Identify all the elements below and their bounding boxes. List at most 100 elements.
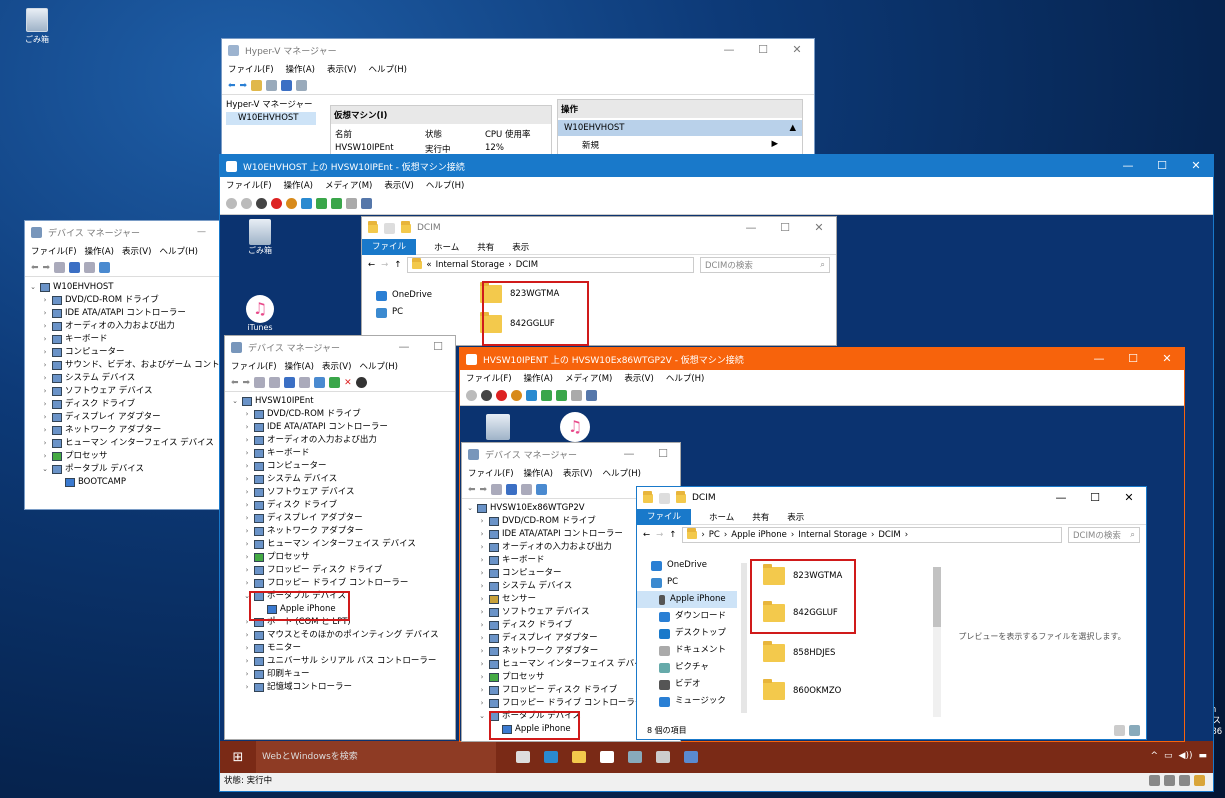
col-state[interactable]: 状態	[425, 128, 485, 140]
menu-view[interactable]: 表示(V)	[384, 179, 413, 191]
action-new[interactable]: 新規 ▶	[558, 136, 802, 154]
tree-item[interactable]: › ヒューマン インターフェイス デバイス	[231, 538, 455, 551]
tree-item[interactable]: › コンピューター	[231, 460, 455, 473]
properties-icon[interactable]	[84, 262, 96, 273]
menu-help[interactable]: ヘルプ(H)	[368, 63, 407, 75]
nav-music[interactable]: ミュージック	[637, 693, 737, 710]
menu-view[interactable]: 表示(V)	[563, 467, 592, 479]
update-driver-icon[interactable]	[329, 377, 341, 388]
uninstall-icon[interactable]: ✕	[344, 378, 352, 388]
menu-view[interactable]: 表示(V)	[322, 360, 351, 372]
maximize-button[interactable]: ☐	[746, 39, 780, 61]
maximize-button[interactable]: ☐	[421, 336, 455, 358]
menu-media[interactable]: メディア(M)	[325, 179, 372, 191]
tree-item[interactable]: › DVD/CD-ROM ドライブ	[231, 408, 455, 421]
monitor-icon[interactable]	[314, 377, 326, 388]
ctrl-alt-del-icon[interactable]	[226, 198, 237, 209]
menu-help[interactable]: ヘルプ(H)	[426, 179, 465, 191]
itunes-icon[interactable]: ♫	[560, 412, 590, 442]
console-icon[interactable]	[254, 377, 266, 388]
pause-icon[interactable]	[301, 198, 312, 209]
tree-item[interactable]: › オーディオの入力および出力	[231, 434, 455, 447]
nav-apple-iphone[interactable]: Apple iPhone	[637, 591, 737, 608]
minimize-button[interactable]: —	[612, 443, 646, 465]
scan-icon[interactable]	[299, 377, 311, 388]
tree-item[interactable]: › システム デバイス	[231, 473, 455, 486]
taskbar-search[interactable]: WebとWindowsを検索	[256, 741, 496, 773]
nav-pictures[interactable]: ピクチャ	[637, 659, 737, 676]
tree-item[interactable]: › ネットワーク アダプター	[231, 525, 455, 538]
menu-file[interactable]: ファイル(F)	[231, 360, 277, 372]
menu-file[interactable]: ファイル(F)	[226, 179, 272, 191]
revert-icon[interactable]	[346, 198, 357, 209]
pause-icon[interactable]	[526, 390, 537, 401]
tree-item[interactable]: › 印刷キュー	[231, 668, 455, 681]
close-button[interactable]: ✕	[1150, 348, 1184, 370]
tree-item[interactable]: › ソフトウェア デバイス	[231, 486, 455, 499]
menu-file[interactable]: ファイル(F)	[31, 245, 77, 257]
menu-file[interactable]: ファイル(F)	[468, 467, 514, 479]
tree-item[interactable]: › マウスとそのほかのポインティング デバイス	[231, 629, 455, 642]
tab-file[interactable]: ファイル	[637, 508, 692, 525]
tree-root[interactable]: ⌄ HVSW10IPEnt	[231, 395, 455, 408]
nav-documents[interactable]: ドキュメント	[637, 642, 737, 659]
task-view-icon[interactable]	[516, 751, 530, 763]
tab-view[interactable]: 表示	[787, 511, 804, 523]
nav-downloads[interactable]: ダウンロード	[637, 608, 737, 625]
forward-icon[interactable]: ➡	[480, 485, 488, 495]
nav-pc[interactable]: PC	[637, 574, 737, 591]
tree-item[interactable]: › DVD/CD-ROM ドライブ	[29, 294, 219, 307]
close-button[interactable]: ✕	[1179, 155, 1213, 177]
resume-icon[interactable]	[316, 198, 327, 209]
close-button[interactable]: ✕	[802, 217, 836, 239]
view-toggle[interactable]	[1114, 725, 1140, 736]
app-icon[interactable]	[628, 751, 642, 763]
back-icon[interactable]: ⬅	[468, 485, 476, 495]
back-icon[interactable]: ⬅	[231, 378, 239, 388]
enhanced-session-icon[interactable]	[586, 390, 597, 401]
explorer-window-1[interactable]: DCIM — ☐ ✕ ファイル ホーム 共有 表示 ← → ↑ «Internal Stora…	[361, 216, 837, 346]
tree-item[interactable]: › ディスク ドライブ	[29, 398, 219, 411]
col-name[interactable]: 名前	[335, 128, 425, 140]
tree-item[interactable]: › キーボード	[231, 447, 455, 460]
tree-root[interactable]: Hyper-V マネージャー	[226, 99, 316, 112]
monitor-icon[interactable]	[99, 262, 111, 273]
recycle-bin[interactable]: ごみ箱	[20, 8, 54, 45]
tree-item[interactable]: › フロッピー ドライブ コントローラー	[231, 577, 455, 590]
nav-videos[interactable]: ビデオ	[637, 676, 737, 693]
properties-icon[interactable]	[296, 80, 308, 91]
tree-item[interactable]: › IDE ATA/ATAPI コントローラー	[231, 421, 455, 434]
forward-icon[interactable]: ➡	[240, 81, 248, 91]
tree-root[interactable]: ⌄ W10EHVHOST	[29, 281, 219, 294]
menu-view[interactable]: 表示(V)	[122, 245, 151, 257]
windows-start-icon[interactable]: ⊞	[220, 750, 256, 765]
forward-icon[interactable]: ➡	[43, 263, 51, 273]
help-icon[interactable]	[284, 377, 296, 388]
shutdown-icon[interactable]	[496, 390, 507, 401]
search-input[interactable]: DCIMの検索 ⌕	[700, 257, 830, 273]
search-input[interactable]: DCIMの検索 ⌕	[1068, 527, 1140, 543]
explorer-window-2[interactable]: DCIM — ☐ ✕ ファイル ホーム 共有 表示 ← → ↑ › PC › Apple iPhon…	[636, 486, 1147, 740]
tree-item[interactable]: › ソフトウェア デバイス	[29, 385, 219, 398]
tree-item[interactable]: › プロセッサ	[231, 551, 455, 564]
tree-item[interactable]: ›サウンド、ビデオ、およびゲーム コントローラー	[29, 359, 219, 372]
device-manager-host-window[interactable]: デバイス マネージャー — ファイル(F) 操作(A) 表示(V) ヘルプ(H) ⬅ ➡ …	[24, 220, 220, 510]
nav-pc[interactable]: PC	[362, 304, 462, 321]
console-icon[interactable]	[491, 484, 503, 495]
ctrl-alt-del-icon[interactable]	[466, 390, 477, 401]
help-icon[interactable]	[69, 262, 81, 273]
tree-host[interactable]: W10EHVHOST	[226, 112, 316, 125]
tree-item[interactable]: BOOTCAMP	[29, 476, 219, 489]
maximize-button[interactable]: ☐	[1145, 155, 1179, 177]
menu-help[interactable]: ヘルプ(H)	[359, 360, 398, 372]
folder-icon[interactable]	[251, 80, 263, 91]
recycle-bin-icon[interactable]	[486, 414, 510, 440]
forward-icon[interactable]: →	[656, 530, 663, 540]
back-icon[interactable]: ←	[643, 530, 650, 540]
tree-item[interactable]: › フロッピー ディスク ドライブ	[231, 564, 455, 577]
hyperv-task-icon[interactable]	[684, 751, 698, 763]
menu-action[interactable]: 操作(A)	[85, 245, 114, 257]
menu-help[interactable]: ヘルプ(H)	[159, 245, 198, 257]
app-icon-2[interactable]	[656, 751, 670, 763]
folder-item[interactable]: 860OKMZO	[755, 677, 935, 705]
